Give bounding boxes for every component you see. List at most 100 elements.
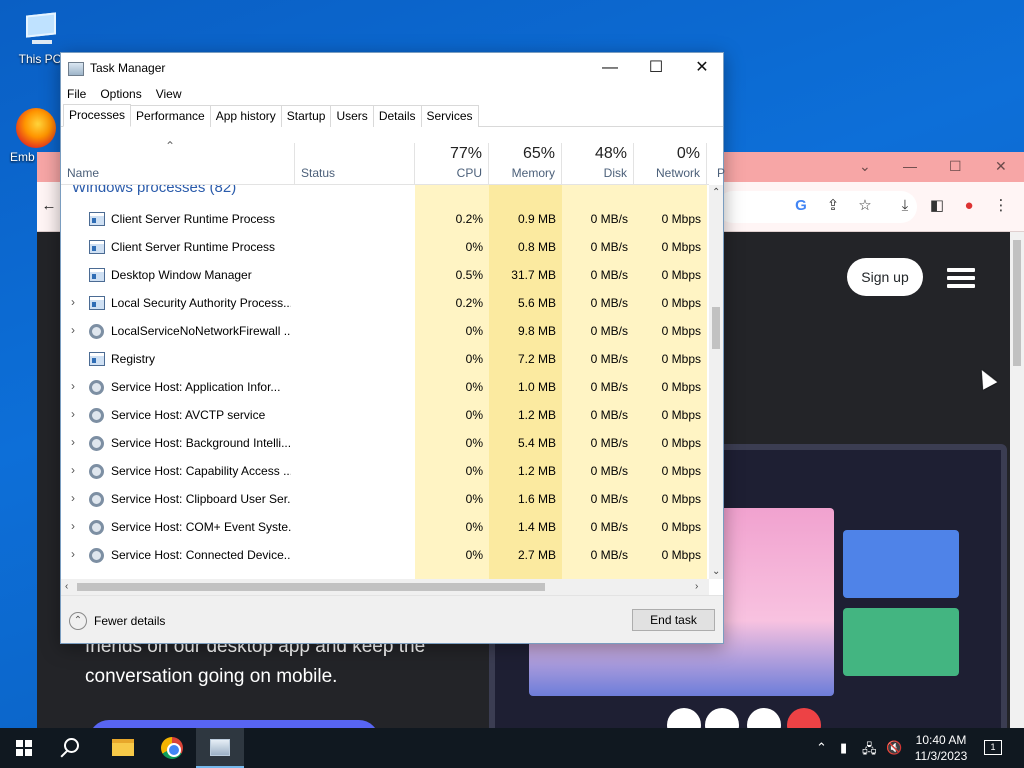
tablet-icon[interactable]: ▮ bbox=[840, 740, 847, 756]
window-icon bbox=[89, 268, 105, 282]
chevron-right-icon[interactable]: › bbox=[67, 547, 79, 561]
column-memory[interactable]: 65% Memory bbox=[489, 143, 562, 185]
menu-view[interactable]: View bbox=[156, 87, 182, 101]
process-network: 0 Mbps bbox=[661, 212, 701, 226]
process-row[interactable]: › Service Host: COM+ Event Syste... 0% 1.4 … bbox=[61, 513, 709, 541]
process-row[interactable]: Registry 0% 7.2 MB 0 MB/s 0 Mbps bbox=[61, 345, 709, 373]
chevron-right-icon[interactable]: › bbox=[67, 463, 79, 477]
process-name: Service Host: Application Infor... bbox=[111, 380, 281, 394]
address-bar[interactable] bbox=[717, 191, 917, 223]
process-disk: 0 MB/s bbox=[590, 408, 628, 422]
process-row[interactable]: › Service Host: Clipboard User Ser... 0% 1.… bbox=[61, 485, 709, 513]
chevron-right-icon[interactable]: › bbox=[67, 323, 79, 337]
process-cpu: 0.2% bbox=[455, 296, 483, 310]
process-row[interactable]: Client Server Runtime Process 0.2% 0.9 MB 0… bbox=[61, 205, 709, 233]
maximize-button[interactable]: ☐ bbox=[633, 53, 679, 83]
process-name: Local Security Authority Process... bbox=[111, 296, 291, 310]
column-network[interactable]: 0% Network bbox=[634, 143, 707, 185]
maximize-icon[interactable]: ☐ bbox=[949, 158, 962, 175]
process-name: LocalServiceNoNetworkFirewall ... bbox=[111, 324, 291, 338]
hamburger-menu-icon[interactable] bbox=[947, 268, 975, 288]
tab-performance[interactable]: Performance bbox=[130, 105, 211, 127]
scroll-down-icon[interactable]: ⌄ bbox=[712, 566, 720, 577]
process-row[interactable]: › LocalServiceNoNetworkFirewall ... 0% 9.8 … bbox=[61, 317, 709, 345]
column-disk[interactable]: 48% Disk bbox=[562, 143, 634, 185]
menu-file[interactable]: File bbox=[67, 87, 86, 101]
scroll-right-icon[interactable]: › bbox=[695, 581, 698, 592]
menu-options[interactable]: Options bbox=[100, 87, 141, 101]
process-memory: 0.9 MB bbox=[517, 212, 556, 226]
google-icon[interactable]: G bbox=[791, 196, 811, 216]
more-menu-icon[interactable]: ⋮ bbox=[991, 196, 1011, 216]
gear-icon bbox=[89, 520, 104, 535]
chevron-right-icon[interactable]: › bbox=[67, 407, 79, 421]
vertical-scrollbar[interactable]: ⌃ ⌄ bbox=[709, 185, 723, 579]
taskbar-task-manager[interactable] bbox=[196, 728, 244, 768]
close-button[interactable]: ✕ bbox=[679, 53, 725, 83]
process-memory: 31.7 MB bbox=[511, 268, 556, 282]
browser-scrollbar[interactable] bbox=[1010, 232, 1024, 728]
process-row[interactable]: › Service Host: Background Intelli... 0% 5.… bbox=[61, 429, 709, 457]
column-cpu[interactable]: 77% CPU bbox=[415, 143, 489, 185]
tab-services[interactable]: Services bbox=[420, 105, 479, 127]
sign-up-button[interactable]: Sign up bbox=[847, 258, 923, 296]
process-row[interactable]: › Local Security Authority Process... 0.2%… bbox=[61, 289, 709, 317]
fewer-details-link[interactable]: Fewer details bbox=[94, 614, 165, 628]
process-row[interactable]: Client Server Runtime Process 0% 0.8 MB 0 M… bbox=[61, 233, 709, 261]
process-network: 0 Mbps bbox=[661, 548, 701, 562]
chevron-right-icon[interactable]: › bbox=[67, 491, 79, 505]
tab-startup[interactable]: Startup bbox=[280, 105, 332, 127]
process-row[interactable]: Desktop Window Manager 0.5% 31.7 MB 0 MB/s 0… bbox=[61, 261, 709, 289]
scroll-up-icon[interactable]: ⌃ bbox=[712, 187, 720, 198]
notification-icon[interactable]: 1 bbox=[984, 740, 1002, 755]
start-button[interactable] bbox=[0, 728, 48, 768]
scrollbar-thumb[interactable] bbox=[77, 583, 545, 591]
process-row[interactable]: › Service Host: Application Infor... 0% 1.0… bbox=[61, 373, 709, 401]
process-name: Registry bbox=[111, 352, 156, 366]
process-memory: 1.2 MB bbox=[517, 408, 556, 422]
star-icon[interactable]: ☆ bbox=[855, 196, 875, 216]
chevron-up-icon[interactable]: ⌃ bbox=[816, 740, 827, 756]
process-memory: 5.4 MB bbox=[517, 436, 556, 450]
download-button[interactable]: Download for Windows bbox=[89, 720, 379, 728]
column-name[interactable]: ⌃ Name bbox=[61, 139, 295, 185]
process-name: Client Server Runtime Process bbox=[111, 240, 276, 254]
chevron-right-icon[interactable]: › bbox=[67, 295, 79, 309]
taskbar-file-explorer[interactable] bbox=[98, 728, 146, 768]
profile-avatar-icon[interactable]: ● bbox=[959, 196, 979, 216]
taskbar-chrome[interactable] bbox=[148, 728, 196, 768]
chevron-right-icon[interactable]: › bbox=[67, 379, 79, 393]
tab-users[interactable]: Users bbox=[330, 105, 374, 127]
tab-details[interactable]: Details bbox=[372, 105, 422, 127]
chevron-up-icon[interactable]: ⌃ bbox=[69, 612, 87, 630]
process-row[interactable]: › Service Host: AVCTP service 0% 1.2 MB 0 MB… bbox=[61, 401, 709, 429]
process-row[interactable]: › Service Host: Capability Access ... 0% 1.… bbox=[61, 457, 709, 485]
close-icon[interactable]: ✕ bbox=[995, 158, 1007, 175]
minimize-button[interactable]: — bbox=[587, 53, 633, 83]
tab-app-history[interactable]: App history bbox=[209, 105, 282, 127]
share-icon[interactable]: ⇪ bbox=[823, 196, 843, 216]
end-task-button[interactable]: End task bbox=[632, 609, 715, 631]
network-icon[interactable]: 🖧 bbox=[862, 740, 877, 762]
tab-processes[interactable]: Processes bbox=[63, 104, 132, 127]
search-button[interactable] bbox=[48, 728, 96, 768]
chevron-right-icon[interactable]: › bbox=[67, 519, 79, 533]
column-power[interactable]: P bbox=[707, 143, 725, 185]
horizontal-scrollbar[interactable]: ‹ › bbox=[61, 579, 709, 595]
scroll-left-icon[interactable]: ‹ bbox=[65, 581, 68, 592]
column-status[interactable]: Status bbox=[295, 143, 415, 185]
chevron-down-icon[interactable]: ⌄ bbox=[859, 158, 871, 175]
illustration-avatar-card bbox=[843, 608, 959, 676]
process-row[interactable]: › Service Host: Connected Device... 0% 2.7 … bbox=[61, 541, 709, 569]
clock[interactable]: 10:40 AM 11/3/2023 bbox=[906, 732, 976, 764]
taskbar: ⌃ ▮ 🖧 🔇 10:40 AM 11/3/2023 1 bbox=[0, 728, 1024, 768]
minimize-icon[interactable]: — bbox=[903, 158, 917, 174]
sidepanel-icon[interactable]: ◧ bbox=[927, 196, 947, 216]
volume-muted-icon[interactable]: 🔇 bbox=[886, 740, 902, 756]
scrollbar-thumb[interactable] bbox=[712, 307, 720, 349]
chevron-right-icon[interactable]: › bbox=[67, 435, 79, 449]
window-titlebar[interactable]: Task Manager — ☐ ✕ bbox=[61, 53, 723, 83]
group-title[interactable]: Windows processes (82) bbox=[72, 185, 236, 196]
download-icon[interactable]: ⤓ bbox=[895, 196, 915, 216]
back-icon[interactable]: ← bbox=[39, 196, 59, 216]
